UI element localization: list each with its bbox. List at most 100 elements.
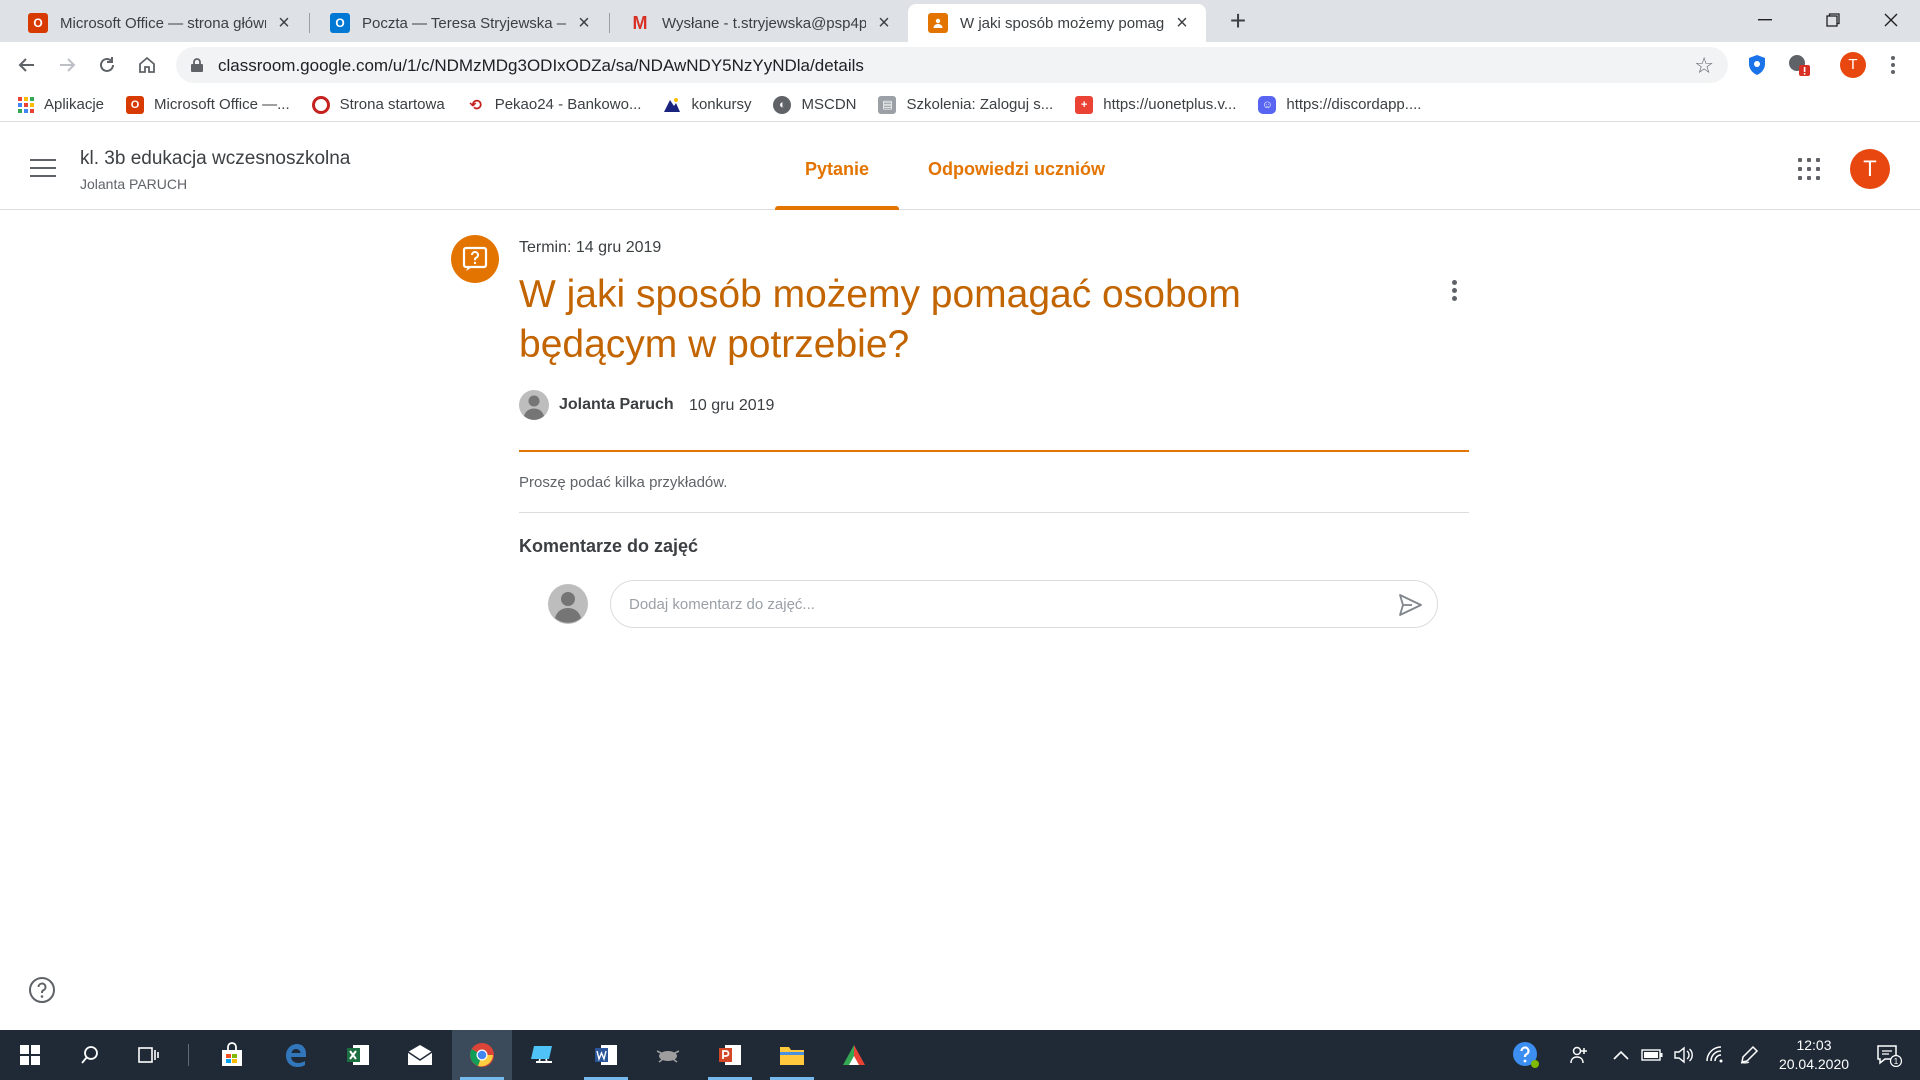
send-icon[interactable] bbox=[1397, 592, 1423, 618]
browser-menu-button[interactable] bbox=[1880, 52, 1906, 78]
url-text[interactable]: classroom.google.com/u/1/c/NDMzMDg3ODIxO… bbox=[218, 56, 864, 76]
bookmark-label: Aplikacje bbox=[44, 96, 105, 113]
bookmark-discord[interactable]: ☺ https://discordapp.... bbox=[1258, 95, 1422, 114]
reload-button[interactable] bbox=[92, 50, 122, 80]
home-button[interactable] bbox=[132, 50, 162, 80]
taskbar-mail[interactable] bbox=[390, 1030, 450, 1080]
extension-shield-icon[interactable] bbox=[1744, 52, 1770, 78]
bookmark-label: Strona startowa bbox=[339, 96, 445, 113]
main-menu-icon[interactable] bbox=[30, 156, 56, 180]
windows-taskbar: 12:03 20.04.2020 1 bbox=[0, 1030, 1920, 1080]
taskbar-edge[interactable] bbox=[266, 1030, 326, 1080]
volume-icon[interactable] bbox=[1668, 1030, 1698, 1080]
new-tab-button[interactable]: + bbox=[1222, 6, 1254, 38]
tab-student-answers[interactable]: Odpowiedzi uczniów bbox=[928, 128, 1105, 210]
question-instruction: Proszę podać kilka przykładów. bbox=[519, 474, 728, 491]
help-tray-icon[interactable] bbox=[1506, 1030, 1546, 1080]
browser-tab-gmail[interactable]: M Wysłane - t.stryjewska@psp4pultusk.pl … bbox=[610, 4, 908, 42]
bookmark-mscdn[interactable]: ◐ MSCDN bbox=[773, 95, 857, 114]
comment-input[interactable] bbox=[629, 581, 1369, 627]
close-icon[interactable]: × bbox=[1172, 13, 1192, 33]
bookmark-label: https://uonetplus.v... bbox=[1103, 96, 1237, 113]
class-comments-heading: Komentarze do zajęć bbox=[519, 536, 699, 556]
action-center-button[interactable]: 1 bbox=[1864, 1030, 1914, 1080]
class-name[interactable]: kl. 3b edukacja wczesnoszkolna bbox=[80, 148, 350, 170]
taskbar-file-explorer[interactable] bbox=[762, 1030, 822, 1080]
user-avatar bbox=[548, 584, 588, 624]
bookmark-label: MSCDN bbox=[801, 96, 857, 113]
lock-icon bbox=[191, 58, 203, 72]
taskbar-store[interactable] bbox=[202, 1030, 262, 1080]
bookmark-start-page[interactable]: Strona startowa bbox=[311, 95, 445, 114]
task-view-button[interactable] bbox=[118, 1030, 178, 1080]
title-divider bbox=[519, 450, 1469, 452]
bookmark-office[interactable]: O Microsoft Office —... bbox=[126, 95, 290, 114]
bookmark-label: https://discordapp.... bbox=[1286, 96, 1422, 113]
system-clock[interactable]: 12:03 20.04.2020 bbox=[1772, 1036, 1856, 1074]
address-bar[interactable]: classroom.google.com/u/1/c/NDMzMDg3ODIxO… bbox=[176, 47, 1728, 83]
teacher-name: Jolanta PARUCH bbox=[80, 176, 188, 192]
bookmark-apps[interactable]: Aplikacje bbox=[18, 96, 104, 113]
bookmark-konkursy[interactable]: konkursy bbox=[663, 96, 751, 114]
browser-tab-office[interactable]: O Microsoft Office — strona główna × bbox=[8, 4, 308, 42]
browser-tab-strip: O Microsoft Office — strona główna × O P… bbox=[0, 0, 1920, 42]
minimize-button[interactable] bbox=[1734, 0, 1796, 40]
apps-icon bbox=[18, 96, 34, 113]
account-avatar[interactable]: T bbox=[1850, 149, 1890, 189]
browser-profile-avatar[interactable]: T bbox=[1840, 52, 1866, 78]
bookmark-label: Microsoft Office —... bbox=[154, 96, 290, 113]
home-icon bbox=[139, 56, 155, 73]
store-icon bbox=[222, 1042, 242, 1066]
comments-divider bbox=[519, 512, 1469, 513]
chrome-icon bbox=[470, 1043, 494, 1067]
start-button[interactable] bbox=[0, 1030, 60, 1080]
bookmark-label: Pekao24 - Bankowo... bbox=[494, 96, 642, 113]
question-icon bbox=[451, 235, 499, 283]
close-icon[interactable]: × bbox=[874, 13, 894, 33]
chevron-up-icon[interactable] bbox=[1604, 1030, 1638, 1080]
close-icon[interactable]: × bbox=[274, 13, 294, 33]
bookmark-uonet[interactable]: + https://uonetplus.v... bbox=[1075, 95, 1237, 114]
back-button[interactable] bbox=[12, 50, 42, 80]
discord-icon: ☺ bbox=[1258, 95, 1277, 114]
browser-tab-outlook[interactable]: O Poczta — Teresa Stryjewska — Outlook × bbox=[310, 4, 608, 42]
task-view-icon bbox=[138, 1047, 159, 1063]
people-icon[interactable] bbox=[1562, 1030, 1596, 1080]
bookmark-pekao[interactable]: ⟲ Pekao24 - Bankowo... bbox=[467, 96, 642, 114]
search-button[interactable] bbox=[60, 1030, 120, 1080]
taskbar-app-bug[interactable] bbox=[638, 1030, 698, 1080]
pekao-icon: ⟲ bbox=[469, 96, 482, 114]
taskbar-powerpoint[interactable] bbox=[700, 1030, 760, 1080]
taskbar-chrome[interactable] bbox=[452, 1030, 512, 1080]
close-icon[interactable]: × bbox=[574, 13, 594, 33]
google-apps-icon[interactable] bbox=[1798, 158, 1820, 180]
more-options-icon[interactable] bbox=[1440, 276, 1468, 304]
tab-question[interactable]: Pytanie bbox=[774, 128, 900, 210]
edge-icon bbox=[286, 1044, 306, 1067]
comment-box bbox=[610, 580, 1438, 628]
gmail-icon: M bbox=[632, 12, 648, 33]
classroom-header: kl. 3b edukacja wczesnoszkolna Jolanta P… bbox=[0, 128, 1920, 210]
bookmark-training[interactable]: ▤ Szkolenia: Zaloguj s... bbox=[878, 95, 1054, 114]
tab-title: Microsoft Office — strona główna bbox=[60, 14, 266, 32]
taskbar-excel[interactable] bbox=[328, 1030, 388, 1080]
powerpoint-icon bbox=[719, 1045, 741, 1065]
taskbar-remote-desktop[interactable] bbox=[514, 1030, 574, 1080]
bookmark-star-icon[interactable]: ☆ bbox=[1694, 53, 1714, 79]
restore-button[interactable] bbox=[1802, 0, 1864, 40]
training-icon: ▤ bbox=[878, 95, 897, 114]
close-window-button[interactable] bbox=[1860, 0, 1920, 40]
taskbar-word[interactable] bbox=[576, 1030, 636, 1080]
pen-workspace-icon[interactable] bbox=[1732, 1030, 1766, 1080]
extension-alert-icon[interactable] bbox=[1786, 52, 1812, 78]
wifi-icon[interactable] bbox=[1700, 1030, 1730, 1080]
beetle-icon bbox=[656, 1050, 680, 1063]
office-icon: O bbox=[126, 95, 145, 114]
help-icon[interactable] bbox=[28, 976, 56, 1004]
globe-icon: ◐ bbox=[773, 95, 792, 114]
battery-icon[interactable] bbox=[1636, 1030, 1668, 1080]
browser-tab-classroom[interactable]: W jaki sposób możemy pomagać osobom × bbox=[908, 4, 1206, 42]
taskbar-app-triangle[interactable] bbox=[824, 1030, 884, 1080]
forward-button[interactable] bbox=[52, 50, 82, 80]
bookmark-label: Szkolenia: Zaloguj s... bbox=[906, 96, 1054, 113]
